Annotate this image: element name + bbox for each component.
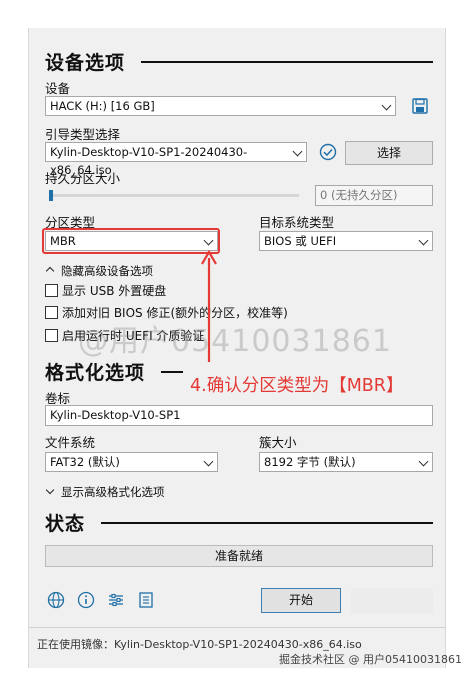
persistent-size-label: 持久分区大小 (45, 171, 121, 186)
cluster-size-label: 簇大小 (259, 435, 297, 450)
watermark-bottom: 掘金技术社区 @ 用户05410031861 (279, 653, 462, 666)
chevron-down-icon (203, 456, 214, 467)
checkbox[interactable] (45, 329, 58, 342)
section-divider (141, 61, 433, 63)
target-system-select[interactable]: BIOS 或 UEFI (259, 231, 433, 251)
persistent-size-slider[interactable] (49, 190, 299, 201)
highlight-box (42, 228, 220, 254)
annotation-text: 4.确认分区类型为【MBR】 (190, 376, 404, 396)
chevron-up-icon (45, 266, 55, 276)
checkbox-list-usb[interactable]: 显示 USB 外置硬盘 (45, 283, 166, 299)
start-button[interactable]: 开始 (261, 588, 341, 613)
chevron-down-icon (418, 456, 429, 467)
slider-thumb[interactable] (49, 190, 53, 201)
watermark-overlay: @用户05410031861 (78, 324, 392, 359)
file-system-value: FAT32 (默认) (50, 455, 120, 469)
boot-selection-label: 引导类型选择 (45, 127, 121, 142)
hide-advanced-device-label: 隐藏高级设备选项 (61, 264, 153, 278)
boot-selection-select[interactable]: Kylin-Desktop-V10-SP1-20240430-x86_64.is… (45, 142, 307, 177)
checkbox[interactable] (45, 306, 58, 319)
cluster-size-select[interactable]: 8192 字节 (默认) (259, 452, 433, 472)
section-divider (161, 371, 183, 373)
close-button-area[interactable] (351, 588, 433, 613)
persistent-size-field[interactable]: 0 (无持久分区) (315, 185, 433, 206)
show-advanced-format-label: 显示高级格式化选项 (61, 485, 165, 499)
device-label: 设备 (45, 81, 71, 96)
format-options-title: 格式化选项 (45, 362, 146, 384)
device-options-title: 设备选项 (45, 52, 126, 74)
chevron-down-icon (292, 146, 303, 157)
select-image-button[interactable]: 选择 (345, 141, 433, 165)
info-icon[interactable] (77, 591, 95, 609)
settings-sliders-icon[interactable] (107, 591, 125, 609)
chevron-down-icon (418, 235, 429, 246)
device-select-value: HACK (H:) [16 GB] (50, 99, 155, 113)
save-icon[interactable] (412, 98, 428, 114)
status-title: 状态 (45, 513, 86, 535)
log-icon[interactable] (137, 591, 155, 609)
target-system-value: BIOS 或 UEFI (264, 234, 337, 248)
file-system-label: 文件系统 (45, 435, 96, 450)
checkbox-label: 显示 USB 外置硬盘 (62, 284, 167, 298)
checkbox[interactable] (45, 284, 58, 297)
globe-icon[interactable] (47, 591, 65, 609)
volume-label-input[interactable]: Kylin-Desktop-V10-SP1 (45, 405, 433, 426)
device-select[interactable]: HACK (H:) [16 GB] (45, 96, 396, 116)
cluster-size-value: 8192 字节 (默认) (264, 455, 356, 469)
progress-bar: 准备就绪 (45, 545, 433, 567)
progress-status-text: 准备就绪 (214, 549, 263, 563)
section-divider (101, 522, 433, 524)
file-system-select[interactable]: FAT32 (默认) (45, 452, 218, 472)
footer-divider (29, 627, 445, 628)
show-advanced-format-toggle[interactable]: 显示高级格式化选项 (45, 484, 165, 500)
chevron-down-icon (381, 100, 392, 111)
chevron-down-icon (45, 485, 55, 495)
target-system-label: 目标系统类型 (259, 215, 335, 230)
footer-status-text: 正在使用镜像：Kylin-Desktop-V10-SP1-20240430-x8… (37, 638, 362, 651)
hide-advanced-device-toggle[interactable]: 隐藏高级设备选项 (45, 263, 153, 279)
check-circle-icon (319, 143, 337, 161)
